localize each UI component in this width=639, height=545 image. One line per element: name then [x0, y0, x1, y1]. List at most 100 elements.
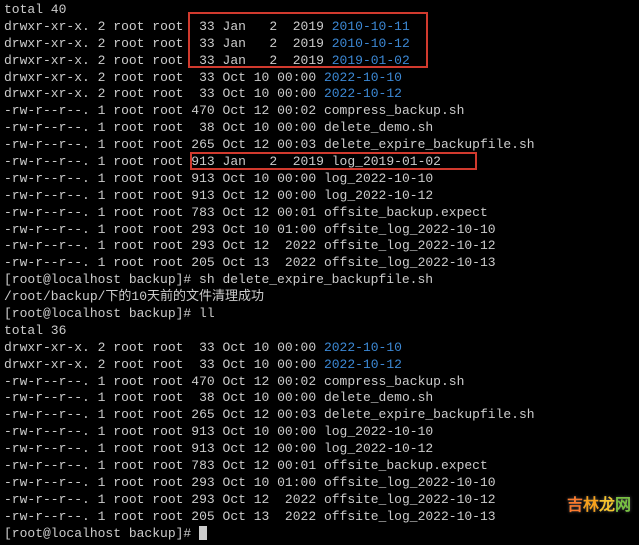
link-count: 1: [98, 154, 106, 169]
owner: root root: [113, 137, 183, 152]
permissions: drwxr-xr-x.: [4, 19, 90, 34]
terminal-cursor[interactable]: [199, 526, 207, 540]
file-date: Oct 10 00:00: [223, 357, 317, 372]
link-count: 1: [98, 222, 106, 237]
owner: root root: [113, 458, 183, 473]
file-row: drwxr-xr-x. 2 root root 33 Oct 10 00:00 …: [4, 86, 635, 103]
owner: root root: [113, 509, 183, 524]
file-row: -rw-r--r--. 1 root root 293 Oct 12 2022 …: [4, 238, 635, 255]
owner: root root: [113, 475, 183, 490]
owner: root root: [113, 340, 183, 355]
file-size: 33: [191, 70, 214, 85]
owner: root root: [113, 255, 183, 270]
shell-prompt: [root@localhost backup]#: [4, 272, 191, 287]
file-row: -rw-r--r--. 1 root root 265 Oct 12 00:03…: [4, 137, 635, 154]
link-count: 2: [98, 86, 106, 101]
file-date: Oct 12 2022: [223, 492, 317, 507]
file-name: offsite_backup.expect: [324, 458, 488, 473]
owner: root root: [113, 188, 183, 203]
owner: root root: [113, 86, 183, 101]
file-date: Oct 12 00:01: [223, 458, 317, 473]
success-message: /root/backup/下的10天前的文件清理成功: [4, 289, 635, 306]
command-text: sh delete_expire_backupfile.sh: [199, 272, 433, 287]
file-name: log_2022-10-12: [324, 441, 433, 456]
file-row: -rw-r--r--. 1 root root 913 Jan 2 2019 l…: [4, 154, 635, 171]
permissions: -rw-r--r--.: [4, 374, 90, 389]
link-count: 1: [98, 492, 106, 507]
file-size: 205: [191, 509, 214, 524]
file-row: drwxr-xr-x. 2 root root 33 Oct 10 00:00 …: [4, 340, 635, 357]
link-count: 1: [98, 509, 106, 524]
permissions: -rw-r--r--.: [4, 188, 90, 203]
link-count: 1: [98, 137, 106, 152]
link-count: 1: [98, 188, 106, 203]
link-count: 1: [98, 424, 106, 439]
file-date: Oct 12 00:02: [223, 374, 317, 389]
file-name: 2022-10-10: [324, 340, 402, 355]
file-date: Oct 10 00:00: [223, 390, 317, 405]
permissions: -rw-r--r--.: [4, 120, 90, 135]
file-name: log_2022-10-10: [324, 424, 433, 439]
owner: root root: [113, 205, 183, 220]
file-row: -rw-r--r--. 1 root root 913 Oct 12 00:00…: [4, 188, 635, 205]
file-date: Oct 10 00:00: [223, 340, 317, 355]
file-date: Jan 2 2019: [223, 53, 324, 68]
prompt-line-3[interactable]: [root@localhost backup]#: [4, 526, 635, 543]
owner: root root: [113, 238, 183, 253]
shell-prompt: [root@localhost backup]#: [4, 306, 191, 321]
file-size: 913: [191, 441, 214, 456]
file-date: Jan 2 2019: [223, 19, 324, 34]
file-date: Jan 2 2019: [223, 154, 324, 169]
file-name: log_2022-10-12: [324, 188, 433, 203]
file-size: 293: [191, 492, 214, 507]
link-count: 1: [98, 458, 106, 473]
file-name: offsite_log_2022-10-10: [324, 475, 496, 490]
file-row: -rw-r--r--. 1 root root 913 Oct 10 00:00…: [4, 424, 635, 441]
file-name: 2022-10-12: [324, 357, 402, 372]
file-size: 783: [191, 205, 214, 220]
permissions: -rw-r--r--.: [4, 441, 90, 456]
file-date: Oct 10 00:00: [223, 70, 317, 85]
file-row: -rw-r--r--. 1 root root 205 Oct 13 2022 …: [4, 255, 635, 272]
link-count: 1: [98, 441, 106, 456]
permissions: -rw-r--r--.: [4, 492, 90, 507]
file-row: -rw-r--r--. 1 root root 293 Oct 12 2022 …: [4, 492, 635, 509]
listing-after: drwxr-xr-x. 2 root root 33 Oct 10 00:00 …: [4, 340, 635, 526]
permissions: drwxr-xr-x.: [4, 53, 90, 68]
link-count: 2: [98, 19, 106, 34]
owner: root root: [113, 103, 183, 118]
owner: root root: [113, 36, 183, 51]
permissions: -rw-r--r--.: [4, 103, 90, 118]
permissions: drwxr-xr-x.: [4, 70, 90, 85]
link-count: 1: [98, 475, 106, 490]
file-date: Oct 10 00:00: [223, 86, 317, 101]
file-date: Oct 12 00:00: [223, 441, 317, 456]
file-name: offsite_log_2022-10-12: [324, 492, 496, 507]
permissions: drwxr-xr-x.: [4, 340, 90, 355]
link-count: 1: [98, 390, 106, 405]
file-name: log_2022-10-10: [324, 171, 433, 186]
file-name: delete_demo.sh: [324, 120, 433, 135]
permissions: -rw-r--r--.: [4, 424, 90, 439]
file-date: Oct 12 2022: [223, 238, 317, 253]
file-date: Oct 12 00:00: [223, 188, 317, 203]
link-count: 1: [98, 171, 106, 186]
command-text: ll: [199, 306, 215, 321]
file-date: Oct 10 00:00: [223, 424, 317, 439]
file-date: Oct 10 00:00: [223, 120, 317, 135]
permissions: -rw-r--r--.: [4, 154, 90, 169]
file-name: 2022-10-10: [324, 70, 402, 85]
file-size: 293: [191, 238, 214, 253]
permissions: -rw-r--r--.: [4, 255, 90, 270]
owner: root root: [113, 374, 183, 389]
file-date: Oct 10 01:00: [223, 222, 317, 237]
file-row: -rw-r--r--. 1 root root 293 Oct 10 01:00…: [4, 475, 635, 492]
file-name: delete_expire_backupfile.sh: [324, 137, 535, 152]
file-size: 33: [191, 19, 214, 34]
owner: root root: [113, 357, 183, 372]
owner: root root: [113, 424, 183, 439]
file-size: 783: [191, 458, 214, 473]
link-count: 1: [98, 407, 106, 422]
link-count: 2: [98, 357, 106, 372]
permissions: drwxr-xr-x.: [4, 357, 90, 372]
